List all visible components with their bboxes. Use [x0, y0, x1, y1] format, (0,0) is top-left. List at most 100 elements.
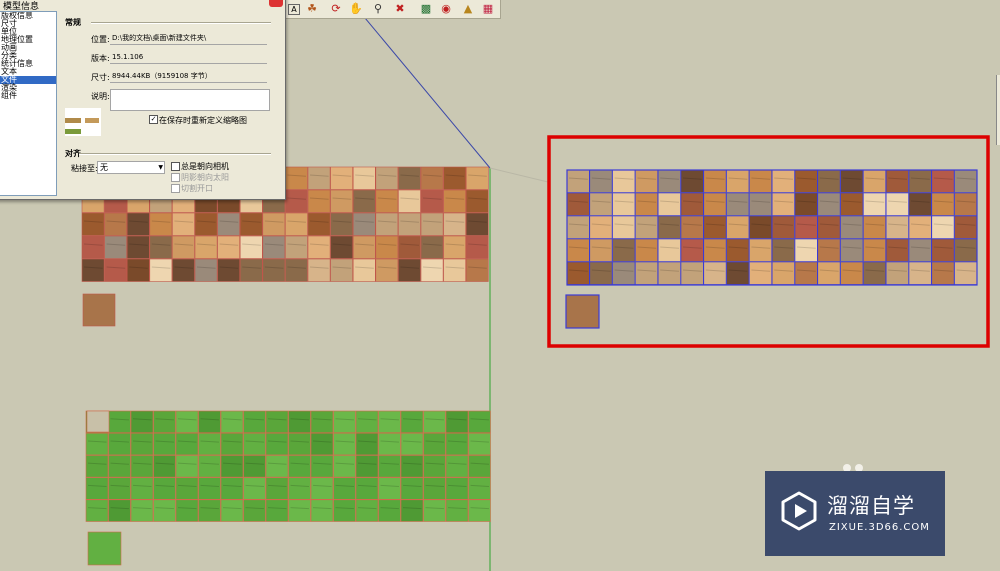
- grass-tile: [153, 432, 176, 456]
- pan-icon[interactable]: ✋: [348, 1, 364, 17]
- selected-texture-tile: [657, 215, 681, 239]
- redefine-thumbnail-checkbox[interactable]: ✓: [149, 115, 158, 124]
- texture-tile: [330, 212, 354, 236]
- grass-tile: [243, 455, 266, 478]
- play-logo-icon: [781, 491, 817, 531]
- components-icon[interactable]: ▩: [418, 1, 434, 17]
- texture-tile: [149, 235, 173, 259]
- texture-tile: [262, 258, 286, 282]
- grass-tile: [198, 477, 221, 500]
- grass-tile: [333, 499, 356, 522]
- texture-tile: [307, 189, 331, 213]
- warehouse-icon[interactable]: ▲: [460, 1, 476, 17]
- selected-texture-tile: [954, 261, 978, 285]
- zoom-extents-icon[interactable]: ✖: [392, 1, 408, 17]
- grass-tile: [355, 432, 379, 456]
- grass-tile: [445, 410, 469, 434]
- texture-tile: [285, 212, 308, 236]
- selected-texture-tile: [840, 192, 864, 216]
- selected-texture-tile: [726, 215, 750, 239]
- texture-tile: [307, 212, 331, 236]
- selected-texture-tile: [954, 192, 978, 216]
- texture-tile: [465, 166, 489, 190]
- selected-texture-tile: [885, 215, 909, 239]
- grass-tile: [153, 455, 176, 478]
- category-item[interactable]: 组件: [0, 92, 56, 100]
- selected-texture-tile: [863, 261, 887, 285]
- grass-tile: [175, 455, 199, 478]
- texture-tile: [465, 258, 489, 282]
- selected-texture-tile: [612, 192, 636, 216]
- extension-icon[interactable]: ▦: [480, 1, 496, 17]
- selected-texture-tile: [657, 238, 681, 262]
- selected-texture-tile: [657, 169, 681, 193]
- description-input[interactable]: [110, 89, 270, 111]
- cut-opening-checkbox[interactable]: [171, 184, 180, 193]
- texture-tile: [217, 235, 241, 259]
- grass-tile: [130, 477, 154, 500]
- category-list[interactable]: 版权信息 尺寸 单位 地理位置 动画 分类 统计信息 文本 文件 渲染 组件: [0, 11, 57, 196]
- materials-icon[interactable]: ◉: [438, 1, 454, 17]
- grass-tile: [378, 455, 401, 478]
- grass-tile: [288, 432, 311, 456]
- selected-texture-tile: [589, 169, 613, 193]
- grass-tile: [265, 499, 289, 522]
- grass-tile: [445, 477, 469, 500]
- always-face-camera-checkbox[interactable]: [171, 162, 180, 171]
- selected-texture-tile: [908, 261, 932, 285]
- texture-tile: [194, 212, 218, 236]
- grass-tile: [400, 477, 424, 500]
- grass-tile: [220, 410, 244, 434]
- selected-texture-tile: [657, 192, 681, 216]
- selected-texture-tile: [635, 169, 659, 193]
- shadows-face-sun-checkbox[interactable]: [171, 173, 180, 182]
- orbit-icon[interactable]: ⟳: [328, 1, 344, 17]
- grass-tile: [243, 432, 266, 456]
- texture-tile: [330, 166, 354, 190]
- selected-texture-tile: [931, 261, 955, 285]
- selected-texture-tile: [840, 261, 864, 285]
- selected-texture-tile: [954, 169, 978, 193]
- chevron-down-icon: ▼: [158, 164, 163, 171]
- texture-tile: [262, 235, 286, 259]
- grass-tile: [175, 499, 199, 522]
- selected-texture-tile: [703, 261, 727, 285]
- grass-tile: [220, 455, 244, 478]
- grass-tile: [288, 477, 311, 500]
- text-3d-icon[interactable]: A: [288, 4, 300, 15]
- close-icon[interactable]: [269, 0, 283, 7]
- texture-tile: [81, 235, 105, 259]
- texture-tile: [420, 258, 444, 282]
- glue-to-select[interactable]: 无 ▼: [97, 161, 165, 174]
- zoom-icon[interactable]: ⚲: [370, 1, 386, 17]
- selected-texture-tile: [566, 238, 590, 262]
- texture-tile: [443, 258, 467, 282]
- always-face-camera-label: 总是朝向相机: [181, 162, 229, 171]
- selected-texture-tile: [794, 261, 818, 285]
- model-info-dialog: 模型信息 版权信息 尺寸 单位 地理位置 动画 分类 统计信息 文本 文件 渲染 组件 常规 位置:…: [0, 0, 286, 200]
- selected-texture-tile: [771, 261, 795, 285]
- single-grass-tile: [87, 531, 122, 566]
- texture-tile: [398, 258, 421, 282]
- selected-texture-tile: [817, 192, 841, 216]
- grass-tile: [445, 455, 469, 478]
- paint-bucket-icon[interactable]: ☘: [304, 1, 320, 17]
- texture-tile: [375, 189, 399, 213]
- texture-tile: [285, 258, 308, 282]
- watermark-url: ZIXUE.3D66.COM: [829, 522, 930, 533]
- texture-tile: [239, 258, 263, 282]
- selected-texture-tile: [726, 169, 750, 193]
- grass-tile: [130, 455, 154, 478]
- grass-tile: [288, 410, 311, 434]
- selected-texture-tile: [771, 169, 795, 193]
- texture-tile: [465, 212, 489, 236]
- selected-texture-tile: [680, 215, 704, 239]
- grass-tile: [310, 499, 334, 522]
- selected-texture-tile: [885, 238, 909, 262]
- selected-texture-tile: [908, 192, 932, 216]
- texture-tile: [307, 166, 331, 190]
- right-panel-tab[interactable]: [996, 75, 1000, 145]
- selected-texture-tile: [840, 238, 864, 262]
- selected-texture-tile: [794, 169, 818, 193]
- selected-texture-tile: [566, 192, 590, 216]
